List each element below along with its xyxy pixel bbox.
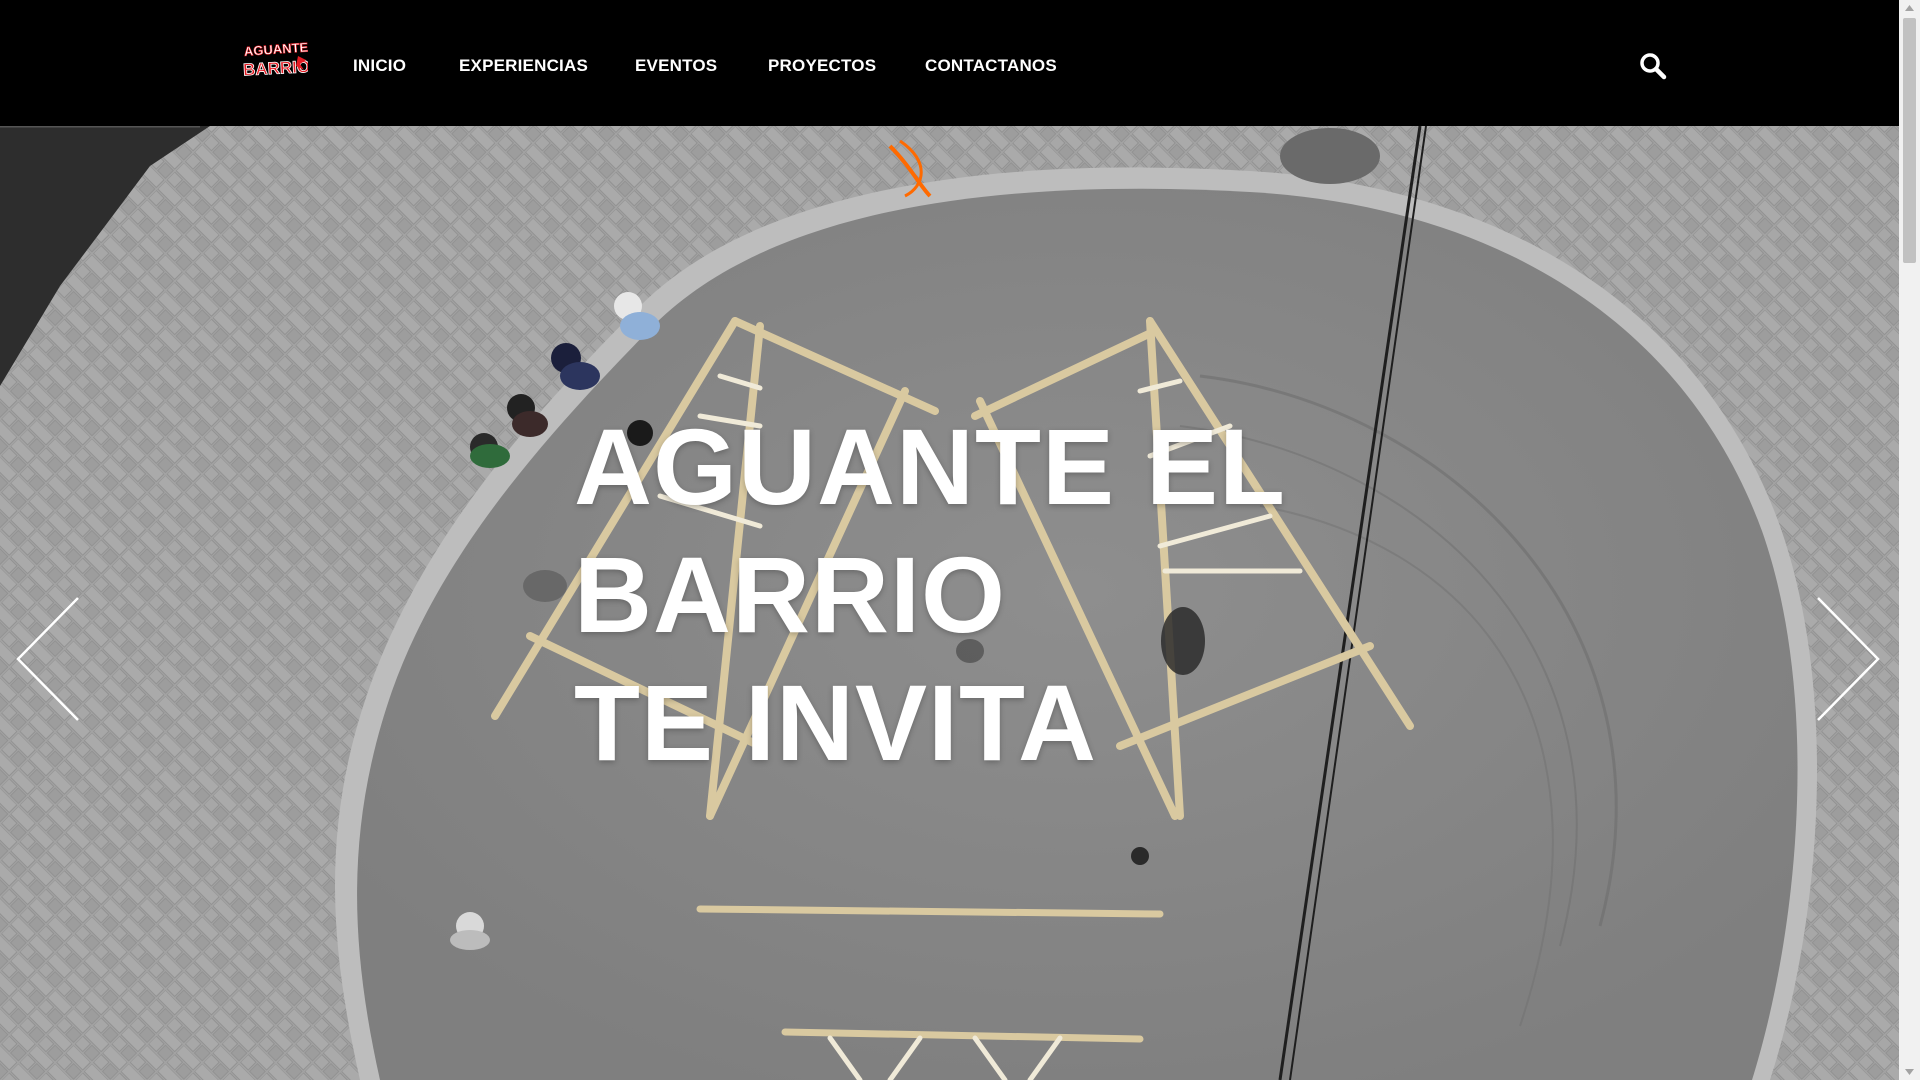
chevron-left-icon[interactable] (14, 594, 84, 724)
nav-item-inicio[interactable]: INICIO (353, 56, 406, 76)
hero-title-line-2: BARRIO (574, 534, 1006, 655)
nav-item-experiencias[interactable]: EXPERIENCIAS (459, 56, 588, 76)
search-icon[interactable] (1638, 51, 1668, 81)
site-header: AGUANTE BARRIO INICIO EXPERIENCIAS EVENT… (0, 0, 1899, 126)
hero-title-line-3: TE INVITA (574, 662, 1098, 783)
hero-slider: AGUANTE EL BARRIO TE INVITA (0, 126, 1899, 1080)
logo-text-top: AGUANTE (243, 39, 308, 58)
nav-item-eventos[interactable]: EVENTOS (635, 56, 717, 76)
page-scrollbar[interactable] (1899, 0, 1920, 1080)
scroll-down-icon[interactable] (1899, 1063, 1920, 1080)
scrollbar-thumb[interactable] (1903, 18, 1916, 263)
nav-item-proyectos[interactable]: PROYECTOS (768, 56, 876, 76)
brand-logo[interactable]: AGUANTE BARRIO (242, 36, 308, 86)
scroll-up-icon[interactable] (1899, 0, 1920, 17)
hero-title: AGUANTE EL BARRIO TE INVITA (574, 403, 1394, 787)
nav-item-contactanos[interactable]: CONTACTANOS (925, 56, 1057, 76)
hero-title-line-1: AGUANTE EL (574, 406, 1286, 527)
chevron-right-icon[interactable] (1812, 594, 1882, 724)
